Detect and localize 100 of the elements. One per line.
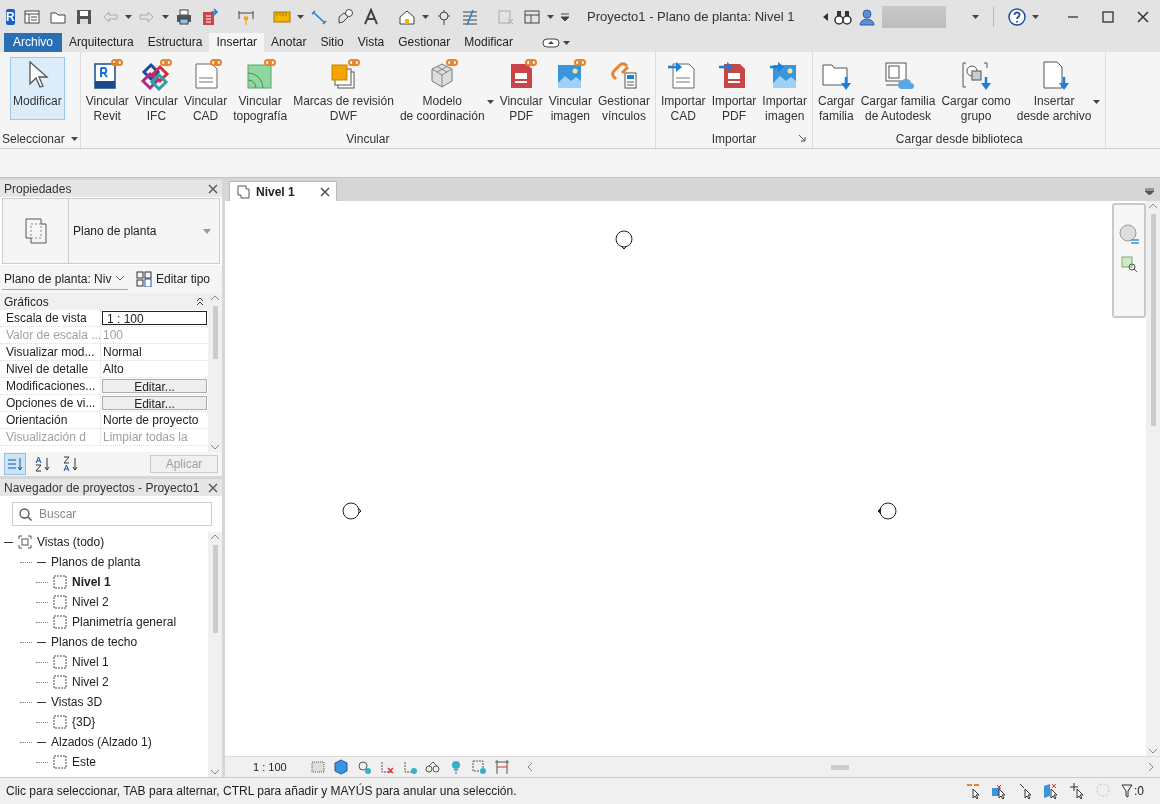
close-button[interactable] xyxy=(208,482,218,493)
tree-item[interactable]: Nivel 1 xyxy=(72,575,111,589)
ribbon-tab[interactable]: Anotar xyxy=(264,33,314,52)
ribbon-tab[interactable]: Vista xyxy=(350,33,392,52)
underlay-select-button[interactable] xyxy=(991,782,1007,800)
glasses-button[interactable] xyxy=(424,759,441,775)
scale-field[interactable]: 1 : 100 xyxy=(102,311,207,325)
link-select-button[interactable] xyxy=(965,782,981,800)
back-button[interactable] xyxy=(823,12,828,21)
view-scale[interactable]: 1 : 100 xyxy=(253,761,287,773)
tree-item[interactable]: Nivel 2 xyxy=(72,595,109,609)
left-caret-icon xyxy=(823,12,828,21)
link-select-icon xyxy=(965,782,981,800)
filter-button[interactable]: :0 xyxy=(1121,784,1144,798)
ribbon-button[interactable]: Insertar desde archivo xyxy=(1013,57,1104,126)
face-select-icon xyxy=(1043,782,1059,800)
account-button[interactable] xyxy=(858,7,876,26)
crop-hide-button[interactable] xyxy=(378,759,395,775)
close-button[interactable] xyxy=(208,183,218,194)
group-download-icon xyxy=(960,59,993,91)
topography-icon xyxy=(244,59,277,91)
ribbon-button[interactable]: Cargar familia xyxy=(815,57,858,126)
ribbon-button[interactable]: Cargar familia de Autodesk xyxy=(857,57,939,126)
scroll-right-icon xyxy=(1149,763,1154,771)
scrollbar[interactable] xyxy=(208,293,222,452)
ribbon-button[interactable]: Vincular imagen xyxy=(545,57,595,126)
glasses-icon xyxy=(424,759,441,775)
steering-wheel-icon xyxy=(1118,223,1140,245)
ribbon-button[interactable]: Modelo de coordinación xyxy=(396,57,497,126)
crop-icon xyxy=(401,759,418,775)
property-name: Opciones de vi... xyxy=(0,395,101,411)
scrollbar[interactable] xyxy=(208,532,222,777)
ribbon-tab[interactable]: Insertar xyxy=(209,33,265,52)
panel-title: Propiedades xyxy=(4,181,72,196)
tree-folder[interactable]: Vistas 3D xyxy=(51,695,103,709)
tree-folder[interactable]: Planos de planta xyxy=(51,555,141,569)
close-icon xyxy=(320,186,330,197)
tree-folder[interactable]: Alzados (Alzado 1) xyxy=(51,735,152,749)
property-value: Limpiar todas la xyxy=(102,429,188,445)
ribbon-button[interactable]: Marcas de revisión DWF xyxy=(290,57,397,126)
drag-select-button[interactable] xyxy=(1069,782,1085,800)
scrollbar[interactable] xyxy=(1146,201,1160,756)
ribbon-button[interactable]: Modificar xyxy=(10,57,65,120)
view-tab[interactable]: Nivel 1 xyxy=(229,181,337,201)
tree-item[interactable]: Nivel 1 xyxy=(72,655,109,669)
type-selector[interactable]: Plano de planta: Niv xyxy=(2,268,128,290)
tree-item[interactable]: {3D} xyxy=(72,715,96,729)
scroll-up-icon xyxy=(211,295,219,300)
maximize-icon xyxy=(1101,10,1114,23)
reveal-button[interactable] xyxy=(493,759,510,775)
tree-folder[interactable]: Vistas (todo) xyxy=(37,535,105,549)
dropdown-menu-icon xyxy=(559,11,570,22)
face-select-button[interactable] xyxy=(1043,782,1059,800)
ribbon-button[interactable]: Cargar como grupo xyxy=(938,57,1014,126)
edit-button[interactable]: Editar... xyxy=(102,396,207,410)
ribbon-tab[interactable]: Sitio xyxy=(313,33,351,52)
ribbon-button[interactable]: Vincular topografía xyxy=(230,57,291,126)
caret-icon xyxy=(546,14,554,19)
ribbon-button[interactable]: Gestionar vínculos xyxy=(594,57,653,126)
save-icon xyxy=(74,7,93,26)
zoom-region-icon xyxy=(1120,255,1138,273)
tree-folder[interactable]: Planos de techo xyxy=(51,635,138,649)
ribbon-button[interactable]: Vincular IFC xyxy=(131,57,181,126)
caret-icon xyxy=(563,40,570,45)
sun-path-button[interactable] xyxy=(355,759,372,775)
floor-plan-icon xyxy=(236,184,250,199)
pinned-select-button[interactable] xyxy=(1017,782,1033,800)
property-value: Normal xyxy=(102,344,142,360)
panel-launcher-button[interactable] xyxy=(799,135,806,142)
ribbon-tab[interactable]: Estructura xyxy=(140,33,210,52)
ribbon-button[interactable]: Importar CAD xyxy=(657,57,709,126)
ribbon-button[interactable]: Vincular Revit xyxy=(82,57,132,126)
tree-item[interactable]: Planimetría general xyxy=(72,615,177,629)
scroll-thumb[interactable] xyxy=(831,764,850,770)
ribbon-tab[interactable]: Arquitectura xyxy=(62,33,141,52)
ribbon-button[interactable]: Vincular PDF xyxy=(496,57,546,126)
cube-button[interactable] xyxy=(332,759,349,775)
temporary-hide-icon xyxy=(470,759,487,775)
tab-menu-button[interactable] xyxy=(1145,188,1154,195)
edit-button[interactable]: Editar... xyxy=(102,379,207,393)
ribbon-toggle-icon xyxy=(542,37,560,48)
pinned-select-icon xyxy=(1017,782,1033,800)
tree-item[interactable]: Nivel 2 xyxy=(72,675,109,689)
edit-type-button[interactable]: Editar tipo xyxy=(136,271,211,287)
visual-style-button[interactable] xyxy=(309,759,326,775)
chevron-down-icon xyxy=(116,276,124,281)
ribbon-tab[interactable]: Gestionar xyxy=(391,33,458,52)
view-icon xyxy=(53,715,67,729)
help-button[interactable] xyxy=(1008,7,1026,26)
search-field[interactable]: Buscar xyxy=(12,502,212,526)
panel-menu-button[interactable] xyxy=(70,136,78,141)
app-logo[interactable]: R xyxy=(6,8,15,25)
tree-item[interactable]: Este xyxy=(72,755,96,769)
ribbon-button[interactable]: Importar PDF xyxy=(708,57,760,126)
launcher-arrow-icon xyxy=(799,135,806,142)
scroll-down-icon xyxy=(211,445,219,450)
ribbon-button[interactable]: Importar imagen xyxy=(759,57,810,126)
ribbon-button[interactable]: Vincular CAD xyxy=(181,57,231,126)
ribbon-tab[interactable]: Archivo xyxy=(4,33,62,52)
ribbon-tab[interactable]: Modificar xyxy=(457,33,520,52)
